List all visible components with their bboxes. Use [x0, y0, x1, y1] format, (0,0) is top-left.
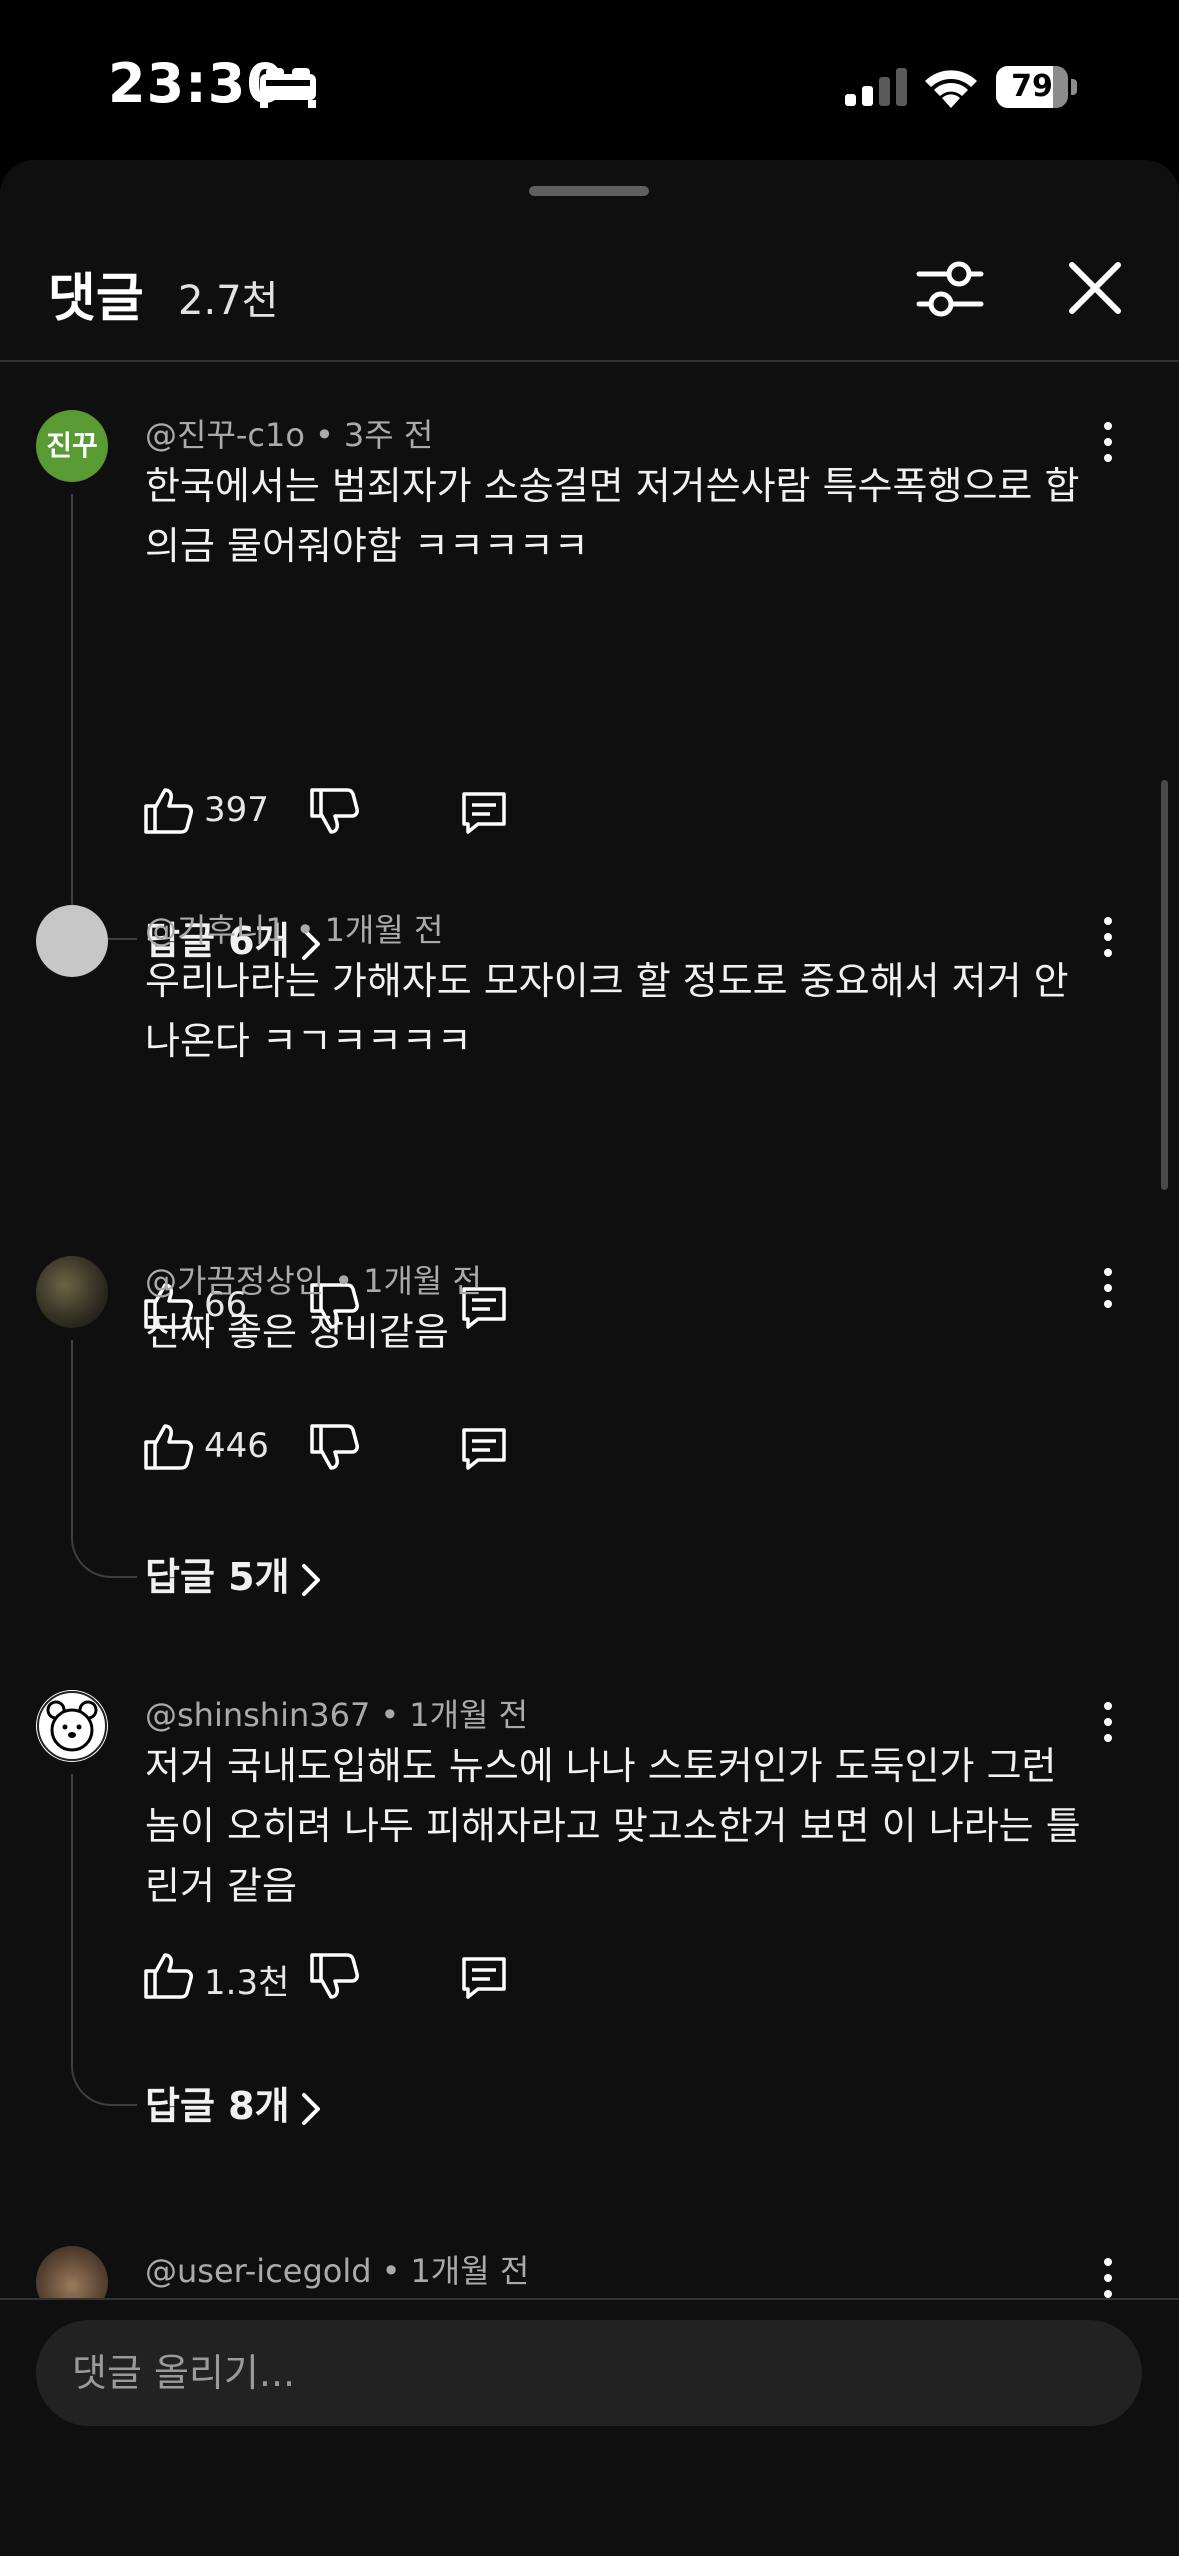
battery-indicator: 79 [996, 66, 1078, 108]
sheet-title: 댓글 [48, 269, 144, 329]
more-options-icon[interactable] [1096, 1264, 1120, 1312]
comment-time: 1개월 전 [410, 2252, 530, 2290]
comment-input[interactable] [36, 2320, 1142, 2426]
comment-author[interactable]: @shinshin367 [145, 1696, 370, 1734]
avatar[interactable] [36, 1256, 108, 1328]
comment-author[interactable]: @가끔정상인 [145, 1262, 324, 1300]
reply-comment-icon[interactable] [458, 1422, 510, 1474]
thumbs-up-icon[interactable] [142, 1949, 194, 2001]
comment-time: 1개월 전 [409, 1696, 529, 1734]
comment-actions: 446 [142, 1416, 562, 1476]
filter-sort-icon[interactable] [915, 256, 985, 322]
bear-icon [37, 1691, 107, 1761]
chevron-right-icon [301, 1563, 320, 1596]
replies-label: 답글 5개 [145, 1555, 290, 1599]
wifi-icon [925, 70, 977, 108]
avatar[interactable]: 진꾸 [36, 410, 108, 482]
more-options-icon[interactable] [1096, 913, 1120, 961]
comments-sheet: 댓글 2.7천 진꾸 @진꾸-c1o • 3주 전 한국에서는 범죄자가 소송걸면 … [0, 160, 1179, 2556]
comment-text: 진짜 좋은 장비같음 [145, 1310, 449, 1354]
avatar[interactable] [36, 905, 108, 977]
thumbs-up-icon[interactable] [142, 1420, 194, 1472]
close-icon[interactable] [1066, 259, 1124, 317]
header-divider [0, 360, 1179, 362]
view-replies-button[interactable]: 답글 5개 [145, 1546, 322, 1601]
comment-actions: 1.3천 [142, 1945, 562, 2005]
comment-text: 한국에서는 범죄자가 소송걸면 저거쓴사람 특수폭행으로 합의금 물어줘야함 ㅋ… [145, 464, 1080, 568]
reply-comment-icon[interactable] [458, 1951, 510, 2003]
thumbs-down-icon[interactable] [308, 1422, 360, 1474]
comment-author[interactable]: @진꾸-c1o [145, 416, 305, 454]
comment-author[interactable]: @user-icegold [145, 2252, 372, 2290]
status-bar: 23:30 79 [0, 0, 1179, 160]
chevron-right-icon [301, 2092, 320, 2125]
comment-author[interactable]: @기후니1 [145, 911, 286, 949]
more-options-icon[interactable] [1096, 1698, 1120, 1746]
comment-compose-bar [0, 2300, 1179, 2556]
view-replies-button[interactable]: 답글 8개 [145, 2075, 322, 2130]
comment-count: 2.7천 [178, 278, 279, 324]
comment-actions: 397 [142, 780, 562, 840]
reply-thread-line [71, 1774, 137, 2106]
reply-thread-line [71, 494, 137, 940]
cellular-signal-icon [845, 68, 907, 106]
like-count: 397 [204, 790, 269, 830]
comment-time: 3주 전 [343, 416, 434, 454]
comment-time: 1개월 전 [324, 911, 444, 949]
reply-thread-line [71, 1340, 137, 1578]
avatar[interactable] [36, 1690, 108, 1762]
comment-text: 저거 국내도입해도 뉴스에 나나 스토커인가 도둑인가 그런놈이 오히려 나두 … [145, 1744, 1081, 1908]
comment-text: 우리나라는 가해자도 모자이크 할 정도로 중요해서 저거 안나온다 ㅋㄱㅋㅋㅋ… [145, 959, 1069, 1063]
thumbs-down-icon[interactable] [308, 1951, 360, 2003]
compose-divider [0, 2298, 1179, 2300]
more-options-icon[interactable] [1096, 2254, 1120, 2302]
comment-time: 1개월 전 [363, 1262, 482, 1300]
battery-percent: 79 [1011, 69, 1053, 104]
like-count: 446 [204, 1426, 269, 1466]
thumbs-down-icon[interactable] [308, 786, 360, 838]
thumbs-up-icon[interactable] [142, 784, 194, 836]
sleep-focus-icon [260, 68, 316, 108]
like-count: 1.3천 [204, 1963, 290, 2003]
more-options-icon[interactable] [1096, 418, 1120, 466]
replies-label: 답글 8개 [145, 2084, 290, 2128]
scrollbar[interactable] [1161, 780, 1168, 1190]
drag-handle[interactable] [529, 186, 649, 196]
reply-comment-icon[interactable] [458, 786, 510, 838]
